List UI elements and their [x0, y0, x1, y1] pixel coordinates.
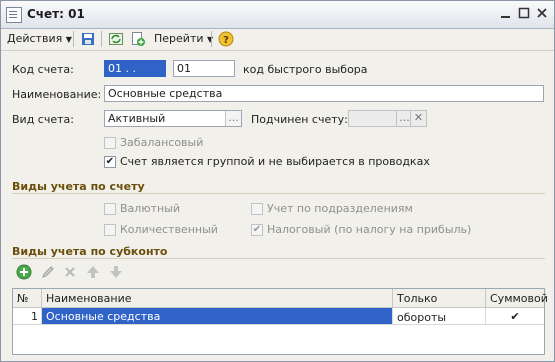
row-number-cell: 1 [13, 308, 42, 325]
help-icon: ? [218, 31, 234, 47]
close-icon [537, 8, 547, 18]
toolbar-separator [73, 31, 74, 47]
group-label: Счет является группой и не выбирается в … [120, 155, 430, 168]
clear-icon: ✕ [410, 111, 426, 126]
quick-select-code-label: код быстрого выбора [243, 63, 368, 76]
svg-text:?: ? [223, 35, 229, 46]
parent-account-field: ... ✕ [348, 110, 427, 127]
window-title: Счет: 01 [27, 7, 85, 21]
new-copy-button[interactable] [130, 31, 146, 47]
title-bar: Счет: 01 [1, 1, 554, 29]
section-divider [12, 193, 545, 194]
minimize-icon [501, 16, 510, 18]
column-header-turnover-only[interactable]: Только обороты [393, 289, 486, 324]
form-icon [6, 7, 22, 23]
subconto-table: № Наименование Только обороты Суммовой 1… [12, 288, 548, 355]
minimize-button[interactable] [498, 5, 514, 21]
column-header-name[interactable]: Наименование [42, 289, 393, 308]
account-code-label: Код счета: [12, 63, 74, 76]
toolbar-separator [211, 31, 212, 47]
account-type-field[interactable]: Активный ... [104, 110, 242, 127]
account-type-value: Активный [108, 112, 166, 125]
name-label: Наименование: [12, 88, 102, 101]
currency-label: Валютный [120, 202, 181, 215]
tax-label: Налоговый (по налогу на прибыль) [267, 223, 472, 236]
quantity-checkbox [104, 224, 116, 236]
row-name-cell[interactable]: Основные средства [42, 308, 393, 325]
offbalance-label: Забалансовый [120, 136, 204, 149]
toolbar-separator [101, 31, 102, 47]
row-turnover-only-cell[interactable] [393, 308, 486, 325]
subdivision-checkbox [251, 203, 263, 215]
row-summary-cell[interactable]: ✔ [486, 308, 544, 325]
offbalance-checkbox [104, 137, 116, 149]
toolbar: Действия ▼ Перейти ▼ ? [1, 28, 554, 51]
name-field[interactable]: Основные средства [104, 85, 544, 102]
help-button[interactable]: ? [218, 31, 234, 47]
actions-menu[interactable]: Действия ▼ [7, 31, 72, 47]
dropdown-arrow-icon: ▼ [65, 35, 72, 44]
account-window: Счет: 01 Действия ▼ Перейти ▼ [0, 0, 555, 362]
add-icon [16, 264, 32, 280]
move-up-button[interactable] [85, 264, 101, 283]
subconto-title: Виды учета по субконто [12, 245, 168, 258]
new-copy-icon [132, 32, 145, 46]
account-type-label: Вид счета: [12, 113, 74, 126]
save-button[interactable] [80, 31, 96, 47]
group-checkbox[interactable]: ✔ [104, 156, 116, 168]
maximize-button[interactable] [516, 5, 532, 21]
refresh-button[interactable] [108, 31, 124, 47]
quick-select-code-field[interactable]: 01 [173, 60, 235, 77]
actions-label: Действия [7, 32, 63, 45]
refresh-icon [109, 33, 123, 45]
close-button[interactable] [534, 5, 550, 21]
column-header-summary[interactable]: Суммовой [486, 289, 548, 308]
account-code-field[interactable]: 01 . . [104, 60, 166, 77]
goto-menu[interactable]: Перейти ▼ [154, 31, 213, 47]
accounting-types-title: Виды учета по счету [12, 180, 145, 193]
add-button[interactable] [16, 264, 32, 283]
select-button[interactable]: ... [225, 111, 241, 126]
delete-button[interactable] [62, 264, 78, 283]
currency-checkbox [104, 203, 116, 215]
pencil-icon [42, 266, 54, 278]
arrow-up-icon [87, 266, 99, 278]
parent-account-label: Подчинен счету: [251, 113, 348, 126]
delete-icon [65, 267, 75, 277]
move-down-button[interactable] [108, 264, 124, 283]
quantity-label: Количественный [120, 223, 218, 236]
arrow-down-icon [110, 266, 122, 278]
maximize-icon [518, 7, 530, 19]
edit-button[interactable] [40, 264, 56, 283]
subdivision-label: Учет по подразделениям [267, 202, 413, 215]
section-divider [12, 258, 545, 259]
tax-checkbox: ✔ [251, 224, 263, 236]
column-header-number[interactable]: № [13, 289, 42, 308]
goto-label: Перейти [154, 32, 204, 45]
save-icon [82, 33, 94, 45]
